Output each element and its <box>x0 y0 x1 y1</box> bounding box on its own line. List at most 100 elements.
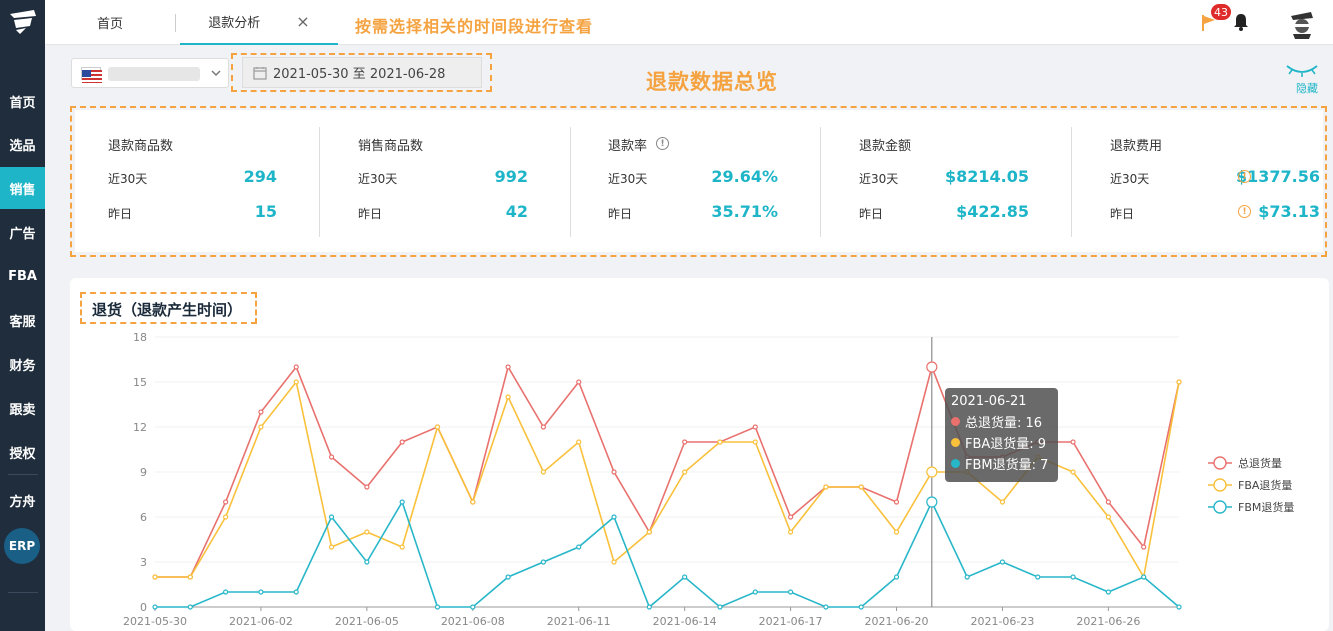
data-point <box>1105 514 1111 520</box>
data-point <box>752 589 758 595</box>
data-point <box>787 589 794 595</box>
data-point <box>434 424 441 430</box>
data-point <box>293 379 299 385</box>
data-point <box>646 604 652 610</box>
tooltip-row-text: FBM退货量: 7 <box>965 458 1049 473</box>
data-point <box>1035 574 1041 580</box>
data-point <box>258 409 264 415</box>
data-point <box>752 439 758 445</box>
data-point <box>540 424 547 430</box>
legend-marker <box>1213 478 1227 492</box>
data-point <box>823 484 829 490</box>
legend-marker <box>1213 456 1227 470</box>
data-point <box>1176 604 1182 610</box>
x-tick-label: 2021-06-17 <box>759 615 823 628</box>
data-point <box>893 499 900 505</box>
data-point <box>1105 499 1111 505</box>
returns-line-chart[interactable]: 0 3 6 9 12 15 18 2021-05-30 2021-06-02 2021-06-05… <box>0 0 1333 631</box>
data-point <box>328 454 335 460</box>
data-point <box>717 604 723 610</box>
data-point <box>187 604 193 610</box>
data-point <box>364 484 370 490</box>
data-point <box>682 574 688 580</box>
y-tick-label: 15 <box>133 376 147 389</box>
data-point <box>999 559 1006 565</box>
data-point <box>646 529 652 535</box>
data-point <box>682 439 688 445</box>
tooltip-row: 总退货量: 16 <box>951 412 1052 431</box>
x-tick-label: 2021-06-02 <box>229 615 293 628</box>
legend-label: 总退货量 <box>1238 456 1282 470</box>
data-point <box>223 589 229 595</box>
data-point <box>823 604 829 610</box>
series-dot-icon <box>951 417 960 426</box>
x-tick-label: 2021-06-05 <box>335 615 399 628</box>
y-tick-label: 0 <box>140 601 147 614</box>
x-tick-label: 2021-06-08 <box>441 615 505 628</box>
x-tick-label: 2021-06-20 <box>865 615 929 628</box>
data-point <box>893 529 900 535</box>
series-dot-icon <box>951 438 960 447</box>
tooltip-row: FBA退货量: 9 <box>951 433 1052 452</box>
data-point <box>1105 589 1111 595</box>
data-point <box>223 514 229 520</box>
data-point <box>1141 574 1147 580</box>
data-point <box>999 499 1006 505</box>
data-point <box>399 499 405 505</box>
data-point <box>187 574 193 580</box>
data-point <box>258 589 264 595</box>
y-tick-label: 9 <box>140 466 147 479</box>
data-point <box>293 589 299 595</box>
data-point <box>682 469 688 475</box>
data-point <box>576 544 582 550</box>
legend-label: FBM退货量 <box>1238 500 1294 514</box>
x-tick-label: 2021-06-26 <box>1076 615 1140 628</box>
data-point <box>505 574 511 580</box>
data-point <box>787 514 794 520</box>
data-point <box>470 499 476 505</box>
data-point <box>576 379 582 385</box>
data-point <box>926 466 938 478</box>
data-point <box>258 424 264 430</box>
data-point <box>893 574 900 580</box>
x-tick-label: 2021-06-11 <box>547 615 611 628</box>
tooltip-row-text: 总退货量: 16 <box>965 416 1043 431</box>
legend-marker <box>1213 500 1227 514</box>
data-point <box>505 364 511 370</box>
data-point <box>1070 439 1076 445</box>
data-point <box>399 439 405 445</box>
y-tick-label: 6 <box>140 511 147 524</box>
data-point <box>926 496 938 508</box>
series-line-2 <box>155 500 1180 609</box>
data-point <box>858 604 864 610</box>
data-point <box>717 439 723 445</box>
data-point <box>434 604 441 610</box>
data-point <box>328 514 335 520</box>
data-point <box>364 529 370 535</box>
data-point <box>611 559 617 565</box>
data-point <box>152 604 158 610</box>
y-tick-label: 3 <box>140 556 147 569</box>
data-point <box>328 544 335 550</box>
data-point <box>752 424 758 430</box>
data-point <box>926 361 938 373</box>
data-point <box>399 544 405 550</box>
data-point <box>858 484 864 490</box>
data-point <box>1141 544 1147 550</box>
data-point <box>1070 574 1076 580</box>
chart-tooltip: 2021-06-21 总退货量: 16 FBA退货量: 9 FBM退货量: 7 <box>945 388 1058 482</box>
data-point <box>505 394 511 400</box>
tooltip-row-text: FBA退货量: 9 <box>965 437 1047 452</box>
tooltip-date: 2021-06-21 <box>951 394 1027 409</box>
data-point <box>1176 379 1182 385</box>
y-tick-label: 12 <box>133 421 147 434</box>
x-tick-label: 2021-06-23 <box>970 615 1034 628</box>
data-point <box>293 364 299 370</box>
x-tick-label: 2021-05-30 <box>123 615 187 628</box>
y-tick-label: 18 <box>133 331 147 344</box>
data-point <box>611 514 617 520</box>
data-point <box>1070 469 1076 475</box>
data-point <box>787 529 794 535</box>
data-point <box>364 559 370 565</box>
data-point <box>576 439 582 445</box>
